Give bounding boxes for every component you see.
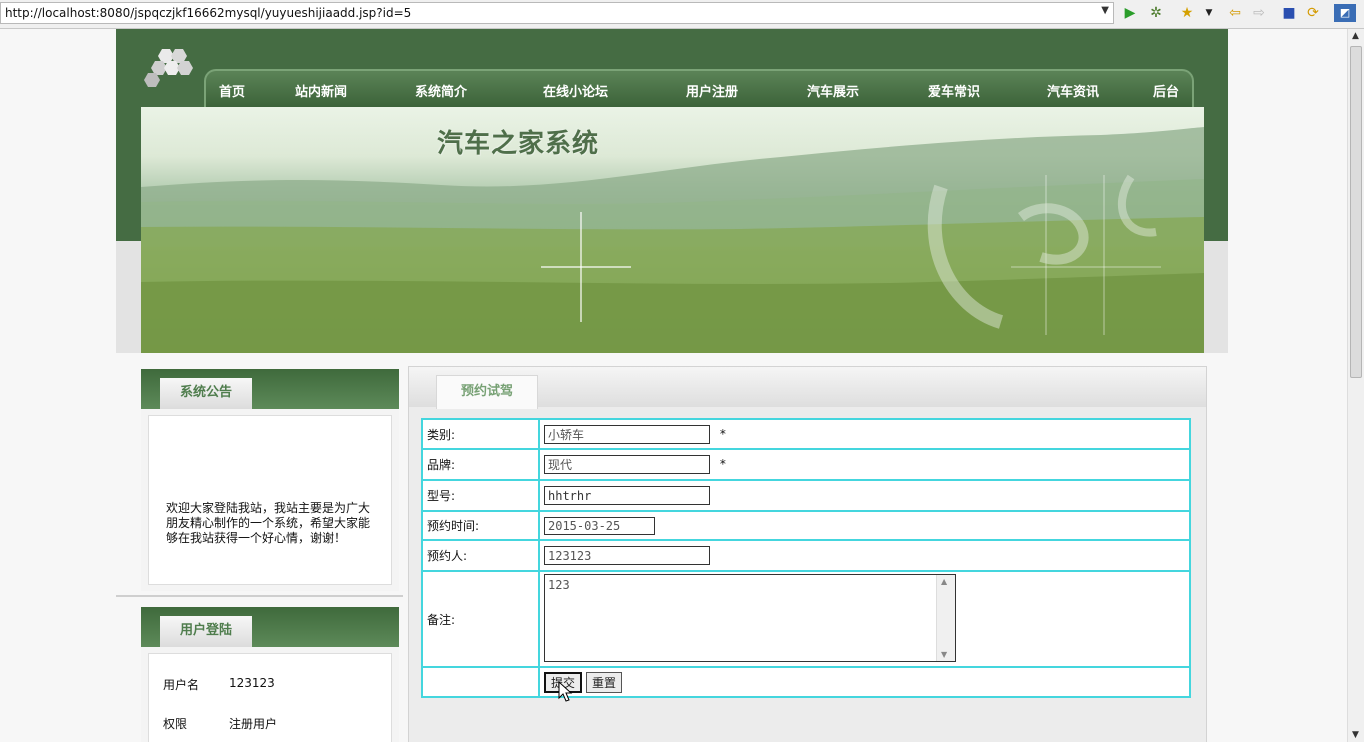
- nav-admin[interactable]: 后台: [1153, 81, 1179, 100]
- panel-title-tab: 预约试驾: [436, 375, 538, 409]
- form-row-date: 预约时间:: [422, 511, 1190, 540]
- notice-title: 系统公告: [160, 378, 252, 409]
- form-row-category: 类别: *: [422, 419, 1190, 449]
- actions-label-cell: [422, 667, 539, 697]
- debug-icon[interactable]: ✲: [1147, 4, 1165, 22]
- person-cell: [539, 540, 1190, 571]
- login-panel: 用户登陆 用户名 123123 权限 注册用户: [141, 607, 399, 742]
- address-dropdown-icon[interactable]: ▼: [1101, 5, 1109, 16]
- form-row-brand: 品牌: *: [422, 449, 1190, 480]
- nav-car-news[interactable]: 汽车资讯: [1047, 81, 1099, 100]
- panel-header: 预约试驾: [409, 367, 1206, 409]
- main-navigation: 首页 站内新闻 系统简介 在线小论坛 用户注册 汽车展示 爱车常识 汽车资讯 后…: [204, 69, 1194, 107]
- refresh-icon[interactable]: ⟳: [1304, 4, 1322, 22]
- role-value: 注册用户: [229, 717, 278, 731]
- app-icon[interactable]: ◩: [1334, 4, 1356, 22]
- mouse-cursor-icon: [558, 681, 573, 702]
- model-label: 型号:: [422, 480, 539, 511]
- actions-cell: 提交 重置: [539, 667, 1190, 697]
- forward-icon[interactable]: ⇨: [1250, 4, 1268, 22]
- back-icon[interactable]: ⇦: [1226, 4, 1244, 22]
- person-input[interactable]: [544, 546, 710, 565]
- form-row-model: 型号:: [422, 480, 1190, 511]
- test-drive-panel: 预约试驾 类别: * 品牌: * 型号:: [408, 366, 1207, 742]
- nav-forum[interactable]: 在线小论坛: [543, 81, 608, 100]
- required-mark: *: [719, 457, 726, 471]
- banner-landscape: [141, 127, 1204, 353]
- stop-icon[interactable]: ■: [1280, 4, 1298, 22]
- nav-car-tips[interactable]: 爱车常识: [928, 81, 980, 100]
- category-cell: *: [539, 419, 1190, 449]
- required-mark: *: [719, 426, 726, 441]
- notice-text: 欢迎大家登陆我站，我站主要是为广大朋友精心制作的一个系统，希望大家能够在我站获得…: [166, 501, 371, 545]
- login-title: 用户登陆: [160, 616, 252, 647]
- scroll-up-icon[interactable]: ▲: [941, 577, 947, 586]
- banner-image: 汽车之家系统: [141, 107, 1204, 353]
- brand-input[interactable]: [544, 455, 710, 474]
- browser-toolbar: http://localhost:8080/jspqczjkf16662mysq…: [0, 0, 1364, 29]
- remark-field[interactable]: 123 ▲ ▼: [544, 573, 956, 662]
- category-input[interactable]: [544, 424, 710, 444]
- date-input[interactable]: [544, 516, 655, 535]
- form-row-person: 预约人:: [422, 540, 1190, 571]
- address-bar-url[interactable]: http://localhost:8080/jspqczjkf16662mysq…: [5, 6, 411, 20]
- login-body: 用户名 123123 权限 注册用户: [148, 653, 392, 742]
- notice-body: 欢迎大家登陆我站，我站主要是为广大朋友精心制作的一个系统，希望大家能够在我站获得…: [148, 415, 392, 585]
- login-header: 用户登陆: [141, 607, 399, 647]
- date-label: 预约时间:: [422, 511, 539, 540]
- brand-label: 品牌:: [422, 449, 539, 480]
- go-icon[interactable]: ▶: [1121, 4, 1139, 22]
- date-cell: [539, 511, 1190, 540]
- favorites-icon[interactable]: ★: [1178, 4, 1196, 22]
- notice-panel: 系统公告 欢迎大家登陆我站，我站主要是为广大朋友精心制作的一个系统，希望大家能够…: [141, 369, 399, 591]
- nav-system-intro[interactable]: 系统简介: [415, 81, 467, 100]
- person-label: 预约人:: [422, 540, 539, 571]
- nav-home[interactable]: 首页: [219, 81, 245, 100]
- role-label: 权限: [163, 717, 188, 731]
- page-scrollbar-thumb[interactable]: [1350, 46, 1362, 378]
- form-row-remark: 备注: 123 ▲ ▼: [422, 571, 1190, 667]
- remark-scrollbar[interactable]: ▲ ▼: [936, 574, 955, 661]
- site-header: 首页 站内新闻 系统简介 在线小论坛 用户注册 汽车展示 爱车常识 汽车资讯 后…: [116, 29, 1228, 353]
- scroll-down-icon[interactable]: ▼: [941, 650, 947, 659]
- brand-cell: *: [539, 449, 1190, 480]
- site-logo-icon: [144, 49, 193, 87]
- favorites-dropdown-icon[interactable]: ▼: [1200, 4, 1218, 22]
- remark-label: 备注:: [422, 571, 539, 667]
- banner-title: 汽车之家系统: [437, 129, 600, 159]
- page-scroll-up-icon[interactable]: ▲: [1352, 31, 1359, 41]
- username-label: 用户名: [163, 678, 200, 692]
- remark-cell: 123 ▲ ▼: [539, 571, 1190, 667]
- page-content: 首页 站内新闻 系统简介 在线小论坛 用户注册 汽车展示 爱车常识 汽车资讯 后…: [0, 29, 1347, 742]
- page-scroll-down-icon[interactable]: ▼: [1352, 730, 1359, 740]
- category-label: 类别:: [422, 419, 539, 449]
- username-value: 123123: [229, 676, 275, 690]
- nav-site-news[interactable]: 站内新闻: [295, 81, 347, 100]
- form-row-actions: 提交 重置: [422, 667, 1190, 697]
- nav-register[interactable]: 用户注册: [686, 81, 738, 100]
- model-cell: [539, 480, 1190, 511]
- test-drive-form: 类别: * 品牌: * 型号: 预约时间:: [421, 418, 1191, 698]
- address-bar[interactable]: http://localhost:8080/jspqczjkf16662mysq…: [0, 2, 1114, 24]
- notice-header: 系统公告: [141, 369, 399, 409]
- nav-car-showcase[interactable]: 汽车展示: [807, 81, 859, 100]
- remark-textarea[interactable]: 123: [545, 574, 937, 661]
- model-input[interactable]: [544, 486, 710, 505]
- reset-button[interactable]: 重置: [586, 671, 623, 693]
- sidebar-divider: [116, 595, 403, 597]
- page-scrollbar[interactable]: ▲ ▼: [1347, 29, 1364, 742]
